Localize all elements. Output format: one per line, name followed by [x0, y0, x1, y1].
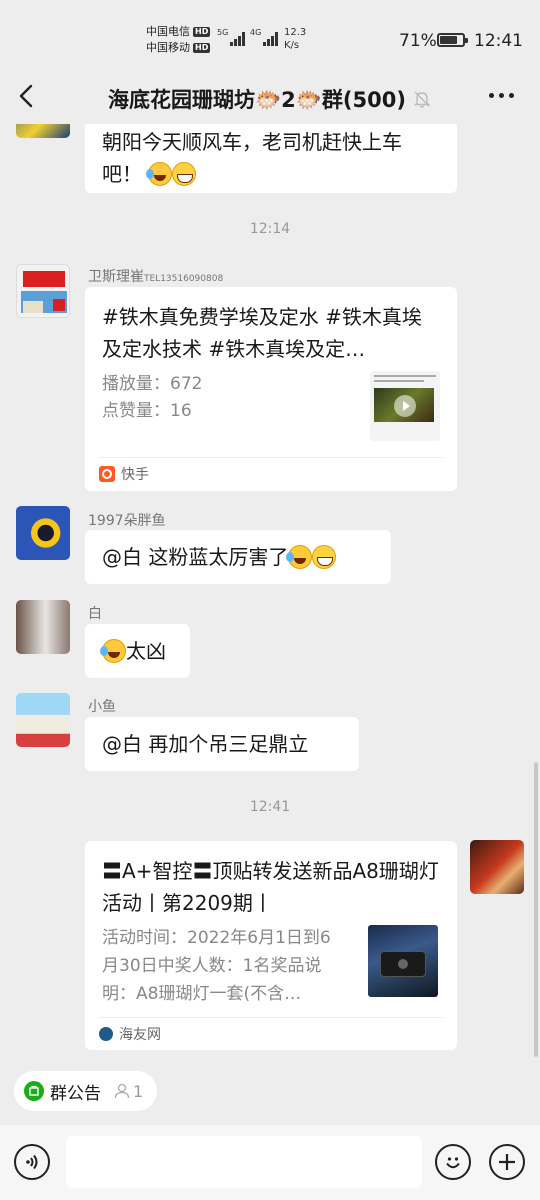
avatar[interactable] [16, 693, 70, 747]
timestamp: 12:41 [249, 799, 291, 815]
chat-title: 海底花园珊瑚坊🐡2🐡群(500) [0, 84, 540, 114]
notice-label: 群公告 [50, 1083, 101, 1104]
carrier-2: 中国移动 [146, 41, 190, 54]
more-functions-button[interactable] [489, 1144, 525, 1180]
mute-bell-icon [412, 89, 432, 114]
video-share-card[interactable]: #铁木真免费学埃及定水 #铁木真埃及定水技术 #铁木真埃及定… 播放量：672 … [85, 287, 457, 491]
sender-name: 小鱼 [88, 699, 116, 715]
sender-name: 白 [88, 606, 102, 622]
video-thumbnail [370, 371, 440, 441]
person-icon [114, 1083, 130, 1099]
signal-5g-icon: 5G [217, 28, 246, 46]
message-bubble[interactable]: @白 这粉蓝太厉害了 [85, 530, 391, 584]
scrollbar[interactable] [534, 762, 538, 1057]
card-description: 活动时间：2022年6月1日到6月30日中奖人数：1名奖品说明：A8珊瑚灯一套(… [102, 928, 331, 1004]
plus-icon [499, 1154, 515, 1170]
voice-icon [26, 1154, 38, 1170]
play-icon [394, 395, 416, 417]
status-bar: 中国电信 HD 中国移动 HD 5G 4G 12.3 K/s 71% 12:41 [0, 0, 540, 72]
emoji-button[interactable] [435, 1144, 471, 1180]
status-time: 12:41 [474, 31, 523, 51]
avatar[interactable] [16, 264, 70, 318]
signal-4g-icon: 4G [250, 28, 279, 46]
article-thumbnail [368, 925, 438, 997]
timestamp: 12:14 [249, 221, 291, 237]
sender-name: 卫斯理崔TEL13516090808 [88, 269, 224, 285]
carrier-info: 中国电信 HD 中国移动 HD [146, 24, 211, 56]
chat-header: 海底花园珊瑚坊🐡2🐡群(500) [0, 72, 540, 124]
play-count: 播放量：672 [102, 374, 203, 394]
card-title: #铁木真免费学埃及定水 #铁木真埃及定水技术 #铁木真埃及定… [102, 305, 422, 361]
grin-emoji-icon [312, 544, 337, 569]
avatar[interactable] [16, 124, 70, 138]
avatar[interactable] [16, 506, 70, 560]
input-bar [0, 1125, 540, 1200]
hd-badge: HD [193, 27, 211, 37]
grin-emoji-icon [172, 161, 197, 186]
message-input[interactable] [66, 1136, 422, 1188]
voice-button[interactable] [14, 1144, 50, 1180]
like-count: 点赞量：16 [102, 401, 192, 421]
avatar[interactable] [16, 600, 70, 654]
notice-icon [24, 1081, 44, 1101]
laugh-tears-emoji-icon [286, 544, 313, 569]
message-list[interactable]: 朝阳今天顺风车，老司机赶快上车 吧！ 12:14 卫斯理崔TEL13516090… [0, 124, 540, 1060]
message-bubble[interactable]: 朝阳今天顺风车，老司机赶快上车 吧！ [85, 124, 457, 193]
more-button[interactable] [486, 85, 516, 105]
article-share-card[interactable]: 〓A+智控〓顶贴转发送新品A8珊瑚灯活动丨第2209期丨 活动时间：2022年6… [85, 841, 457, 1050]
my-avatar[interactable] [470, 840, 524, 894]
message-bubble[interactable]: 太凶 [85, 624, 190, 678]
smiley-icon [446, 1157, 460, 1169]
card-source: 海友网 [99, 1024, 161, 1044]
haiyou-logo-icon [99, 1027, 113, 1041]
laugh-tears-emoji-icon [100, 638, 126, 663]
message-bubble[interactable]: @白 再加个吊三足鼎立 [85, 717, 359, 771]
hd-badge: HD [193, 43, 211, 53]
card-title: 〓A+智控〓顶贴转发送新品A8珊瑚灯活动丨第2209期丨 [102, 859, 439, 915]
battery-percent: 71% [399, 31, 437, 51]
network-speed: 12.3 K/s [284, 27, 307, 51]
sender-name: 1997朵胖鱼 [88, 513, 166, 529]
group-notice-button[interactable]: 群公告 1 [14, 1071, 158, 1111]
battery-icon [437, 33, 468, 47]
notice-read-count: 1 [113, 1082, 143, 1101]
card-source: 快手 [99, 464, 149, 484]
kuaishou-logo-icon [99, 466, 115, 482]
laugh-tears-emoji-icon [146, 161, 173, 186]
carrier-1: 中国电信 [146, 25, 190, 38]
